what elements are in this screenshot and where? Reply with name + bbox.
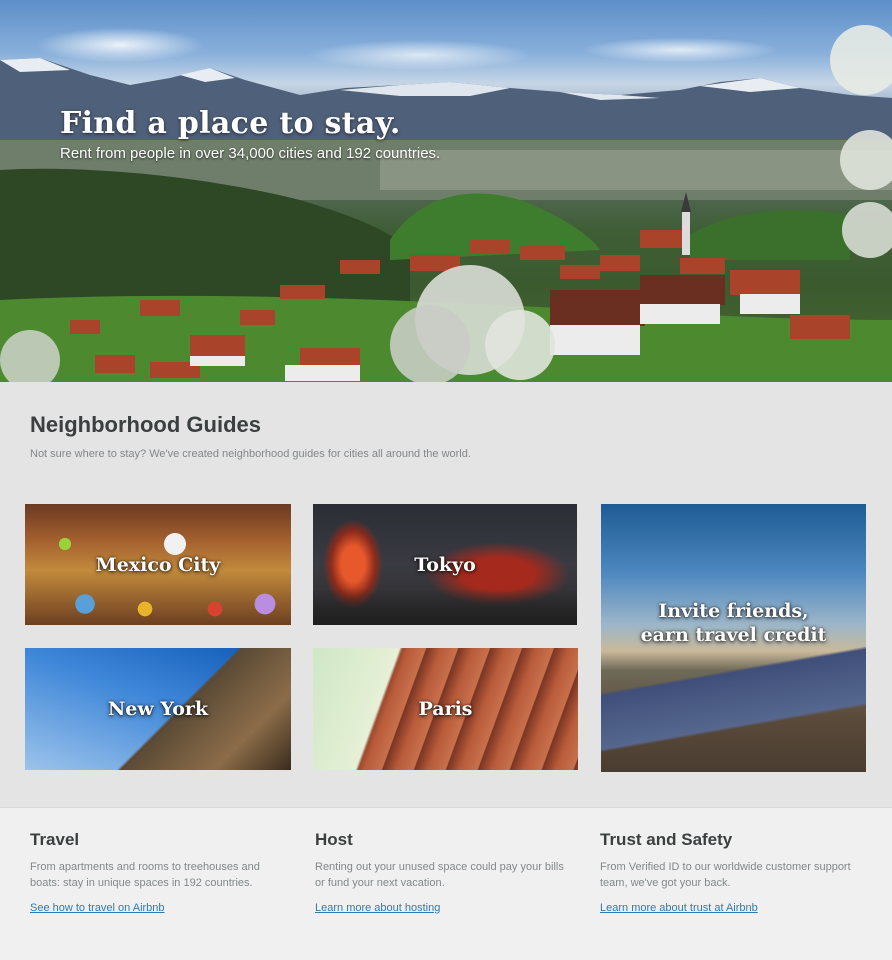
section-subtitle: Not sure where to stay? We've created ne… <box>30 448 471 460</box>
guide-tile-mexico-city[interactable]: Mexico City <box>25 504 291 625</box>
column-text: Renting out your unused space could pay … <box>315 861 564 889</box>
trust-link[interactable]: Learn more about trust at Airbnb <box>600 902 758 914</box>
hero-subtitle: Rent from people in over 34,000 cities a… <box>60 145 441 162</box>
hero-title: Find a place to stay. <box>60 106 401 141</box>
hero-landscape-image <box>0 25 892 382</box>
travel-column: Travel From apartments and rooms to tree… <box>30 830 290 916</box>
guide-tile-label: Mexico City <box>95 553 221 576</box>
guide-tile-tokyo[interactable]: Tokyo <box>313 504 577 625</box>
invite-tile-label: Invite friends, earn travel credit <box>640 600 827 646</box>
section-title: Neighborhood Guides <box>30 412 261 437</box>
hero-banner: Find a place to stay. Rent from people i… <box>0 0 892 382</box>
column-title: Travel <box>30 830 80 849</box>
travel-link[interactable]: See how to travel on Airbnb <box>30 902 165 914</box>
guide-tile-label: Tokyo <box>414 553 476 576</box>
column-text: From Verified ID to our worldwide custom… <box>600 861 851 889</box>
trust-column: Trust and Safety From Verified ID to our… <box>600 830 860 916</box>
host-column: Host Renting out your unused space could… <box>315 830 575 916</box>
column-title: Trust and Safety <box>600 830 733 849</box>
guide-tile-paris[interactable]: Paris <box>313 648 578 770</box>
column-text: From apartments and rooms to treehouses … <box>30 861 260 889</box>
info-footer: Travel From apartments and rooms to tree… <box>0 807 892 960</box>
invite-friends-tile[interactable]: Invite friends, earn travel credit <box>601 504 866 772</box>
column-title: Host <box>315 830 353 849</box>
guide-tile-new-york[interactable]: New York <box>25 648 291 770</box>
guide-tile-label: Paris <box>418 698 473 720</box>
hosting-link[interactable]: Learn more about hosting <box>315 902 440 914</box>
guide-tile-label: New York <box>107 698 209 720</box>
